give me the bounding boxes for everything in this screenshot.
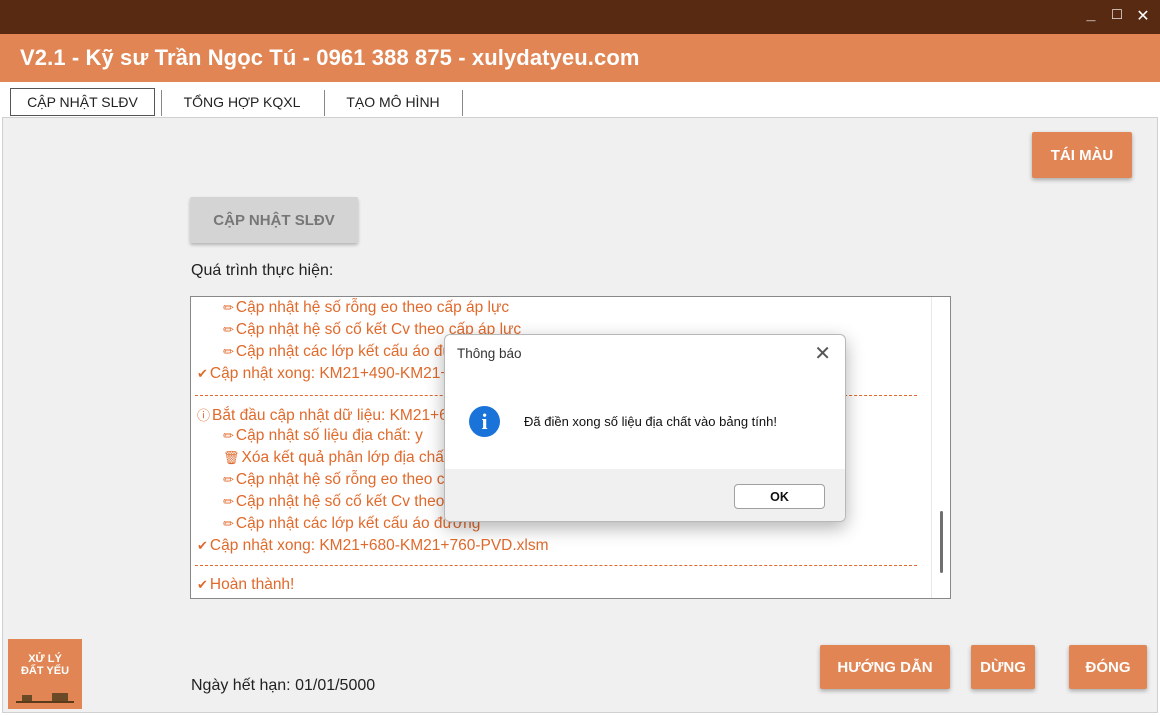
log-line: ✏ Cập nhật hệ số rỗng eo theo cấp áp lực	[223, 299, 510, 316]
pencil-icon: ✏	[223, 428, 234, 443]
info-icon: ⓘ	[197, 408, 211, 423]
log-line: ✔ Cập nhật xong: KM21+680-KM21+760-PVD.xl…	[197, 537, 549, 554]
pencil-icon: ✏	[223, 516, 234, 531]
log-line: ✏ Cập nhật các lớp kết cấu áo đường	[223, 515, 481, 532]
expiry-date: Ngày hết hạn: 01/01/5000	[191, 677, 376, 694]
scrollbar-thumb[interactable]	[940, 511, 943, 573]
logo-art	[16, 693, 74, 703]
logo-text-line1: XỬ LÝ	[28, 653, 62, 665]
window-titlebar: _ □ ✕	[0, 0, 1160, 34]
tab-update-sldv[interactable]: CẬP NHẬT SLĐV	[10, 88, 155, 116]
recolor-button[interactable]: TÁI MÀU	[1032, 132, 1132, 178]
close-window-button[interactable]: ✕	[1136, 6, 1150, 26]
pencil-icon: ✏	[223, 472, 234, 487]
guide-button[interactable]: HƯỚNG DẪN	[820, 645, 950, 689]
info-icon: i	[469, 406, 500, 437]
log-separator	[195, 565, 917, 566]
tab-bar: CẬP NHẬT SLĐV TỔNG HỢP KQXL TẠO MÔ HÌNH	[0, 82, 1160, 118]
pencil-icon: ✏	[223, 344, 234, 359]
tab-create-model[interactable]: TẠO MÔ HÌNH	[326, 88, 460, 116]
log-line: 🗑 Xóa kết quả phân lớp địa chất	[223, 449, 449, 466]
log-line: ✏ Cập nhật các lớp kết cấu áo đường	[223, 343, 481, 360]
close-icon[interactable]: ✕	[814, 341, 831, 366]
maximize-button[interactable]: □	[1110, 6, 1124, 26]
update-sldv-button[interactable]: CẬP NHẬT SLĐV	[190, 197, 358, 243]
app-header: V2.1 - Kỹ sư Trần Ngọc Tú - 0961 388 875…	[0, 34, 1160, 82]
close-button[interactable]: ĐÓNG	[1069, 645, 1147, 689]
pencil-icon: ✏	[223, 300, 234, 315]
window-controls: _ □ ✕	[1084, 6, 1150, 26]
log-scrollbar[interactable]	[931, 297, 950, 598]
logo-text-line2: ĐẤT YẾU	[20, 665, 70, 677]
tab-summary-kqxl[interactable]: TỔNG HỢP KQXL	[163, 88, 321, 116]
progress-label: Quá trình thực hiện:	[191, 262, 334, 279]
log-line: ✔ Hoàn thành!	[197, 576, 295, 593]
app-logo: XỬ LÝ ĐẤT YẾU	[8, 639, 82, 709]
ok-button[interactable]: OK	[734, 484, 825, 509]
tab-separator	[462, 90, 463, 116]
app-title: V2.1 - Kỹ sư Trần Ngọc Tú - 0961 388 875…	[20, 45, 640, 70]
dialog-body: i Đã điền xong số liệu địa chất vào bảng…	[445, 373, 845, 469]
minimize-button[interactable]: _	[1084, 6, 1098, 26]
pencil-icon: ✏	[223, 322, 234, 337]
stop-button[interactable]: DỪNG	[971, 645, 1035, 689]
checkmark-icon: ✔	[197, 538, 208, 553]
checkmark-icon: ✔	[197, 577, 208, 592]
dialog-message: Đã điền xong số liệu địa chất vào bảng t…	[524, 414, 777, 429]
tab-separator	[161, 90, 162, 116]
pencil-icon: ✏	[223, 494, 234, 509]
dialog-footer: OK	[445, 469, 845, 521]
checkmark-icon: ✔	[197, 366, 208, 381]
log-line: ✏ Cập nhật số liệu địa chất: y	[223, 427, 423, 444]
tab-separator	[324, 90, 325, 116]
dialog-title: Thông báo	[457, 346, 522, 361]
trash-icon: 🗑	[223, 450, 240, 465]
notification-dialog: Thông báo ✕ i Đã điền xong số liệu địa c…	[444, 334, 846, 522]
